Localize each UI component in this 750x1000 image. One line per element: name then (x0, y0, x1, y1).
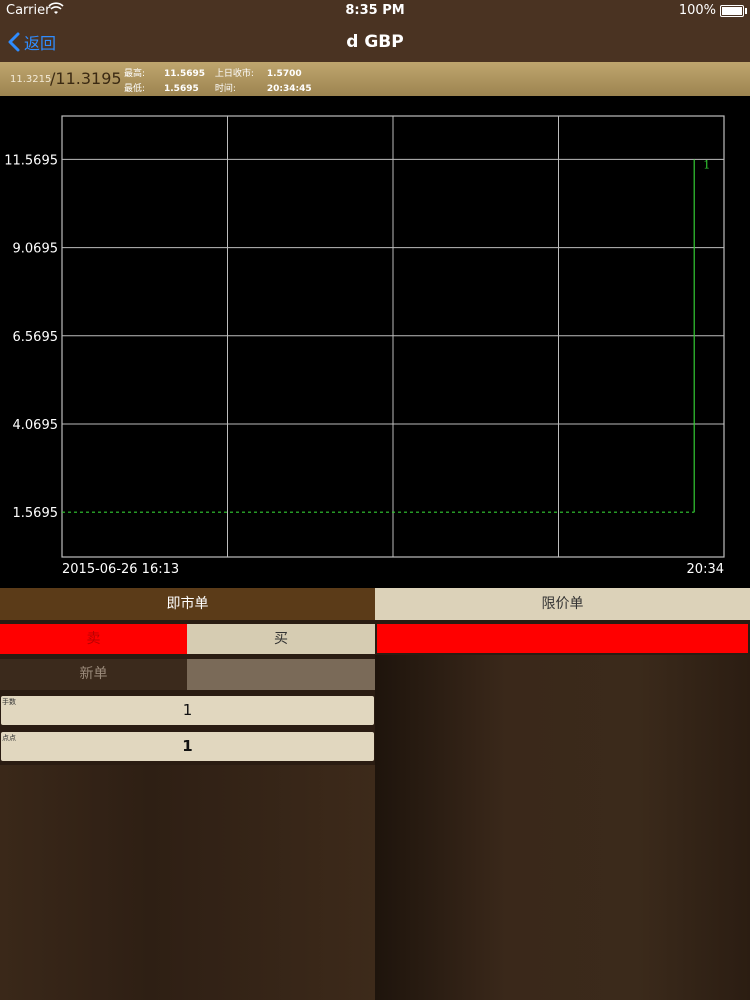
status-time: 8:35 PM (345, 3, 405, 18)
navigation-bar: 返回 d GBP (0, 22, 750, 62)
y-tick-label: 11.5695 (4, 153, 58, 168)
status-bar: Carrier 8:35 PM 100% (0, 0, 750, 22)
battery-icon (720, 5, 747, 17)
high-value: 11.5695 (164, 69, 205, 79)
new-order-button[interactable]: 新单 (0, 659, 187, 690)
x-start-label: 2015-06-26 16:13 (62, 562, 179, 577)
buy-button[interactable]: 买 (187, 624, 375, 654)
current-price: /11.3195 (50, 69, 122, 88)
quote-stats: 最高: 11.5695 上日收市: 1.5700 最低: 1.5695 时间: 20:3… (124, 67, 315, 97)
background-texture-right (375, 655, 750, 1000)
lots-value: 1 (182, 701, 193, 719)
pips-field[interactable]: 点点 1 (1, 732, 374, 761)
tab-market-order[interactable]: 即市单 (0, 588, 375, 620)
high-label: 最高: (124, 69, 146, 79)
x-end-label: 20:34 (687, 562, 724, 577)
low-value: 1.5695 (164, 84, 199, 94)
lots-field[interactable]: 手数 1 (1, 696, 374, 725)
prev-close-label: 上日收市: (214, 69, 254, 79)
y-tick-label: 1.5695 (13, 506, 59, 521)
limit-order-bar (377, 624, 748, 653)
low-label: 最低: (124, 84, 146, 94)
time-label: 时间: (214, 84, 236, 94)
price-chart-svg: 11.5695 9.0695 6.5695 4.0695 1.5695 1 2015-06-… (4, 115, 725, 577)
time-value: 20:34:45 (266, 84, 312, 94)
y-tick-label: 6.5695 (13, 330, 59, 345)
end-marker-label: 1 (703, 158, 710, 171)
background-texture-left (0, 765, 375, 1000)
quote-info-bar: 11.3215 /11.3195 最高: 11.5695 上日收市: 1.5700 … (0, 62, 750, 96)
battery-percent: 100% (678, 3, 716, 18)
page-title: d GBP (346, 32, 404, 52)
previous-price: 11.3215 (10, 74, 52, 85)
tab-limit-order[interactable]: 限价单 (375, 588, 750, 620)
sell-button[interactable]: 卖 (0, 624, 187, 654)
price-chart[interactable]: 11.5695 9.0695 6.5695 4.0695 1.5695 1 2015-06-… (0, 96, 750, 588)
pips-value: 1 (182, 737, 193, 755)
prev-close-value: 1.5700 (266, 69, 302, 79)
y-tick-label: 9.0695 (13, 242, 59, 257)
new-order-side-panel (187, 659, 375, 690)
y-tick-label: 4.0695 (13, 418, 59, 433)
